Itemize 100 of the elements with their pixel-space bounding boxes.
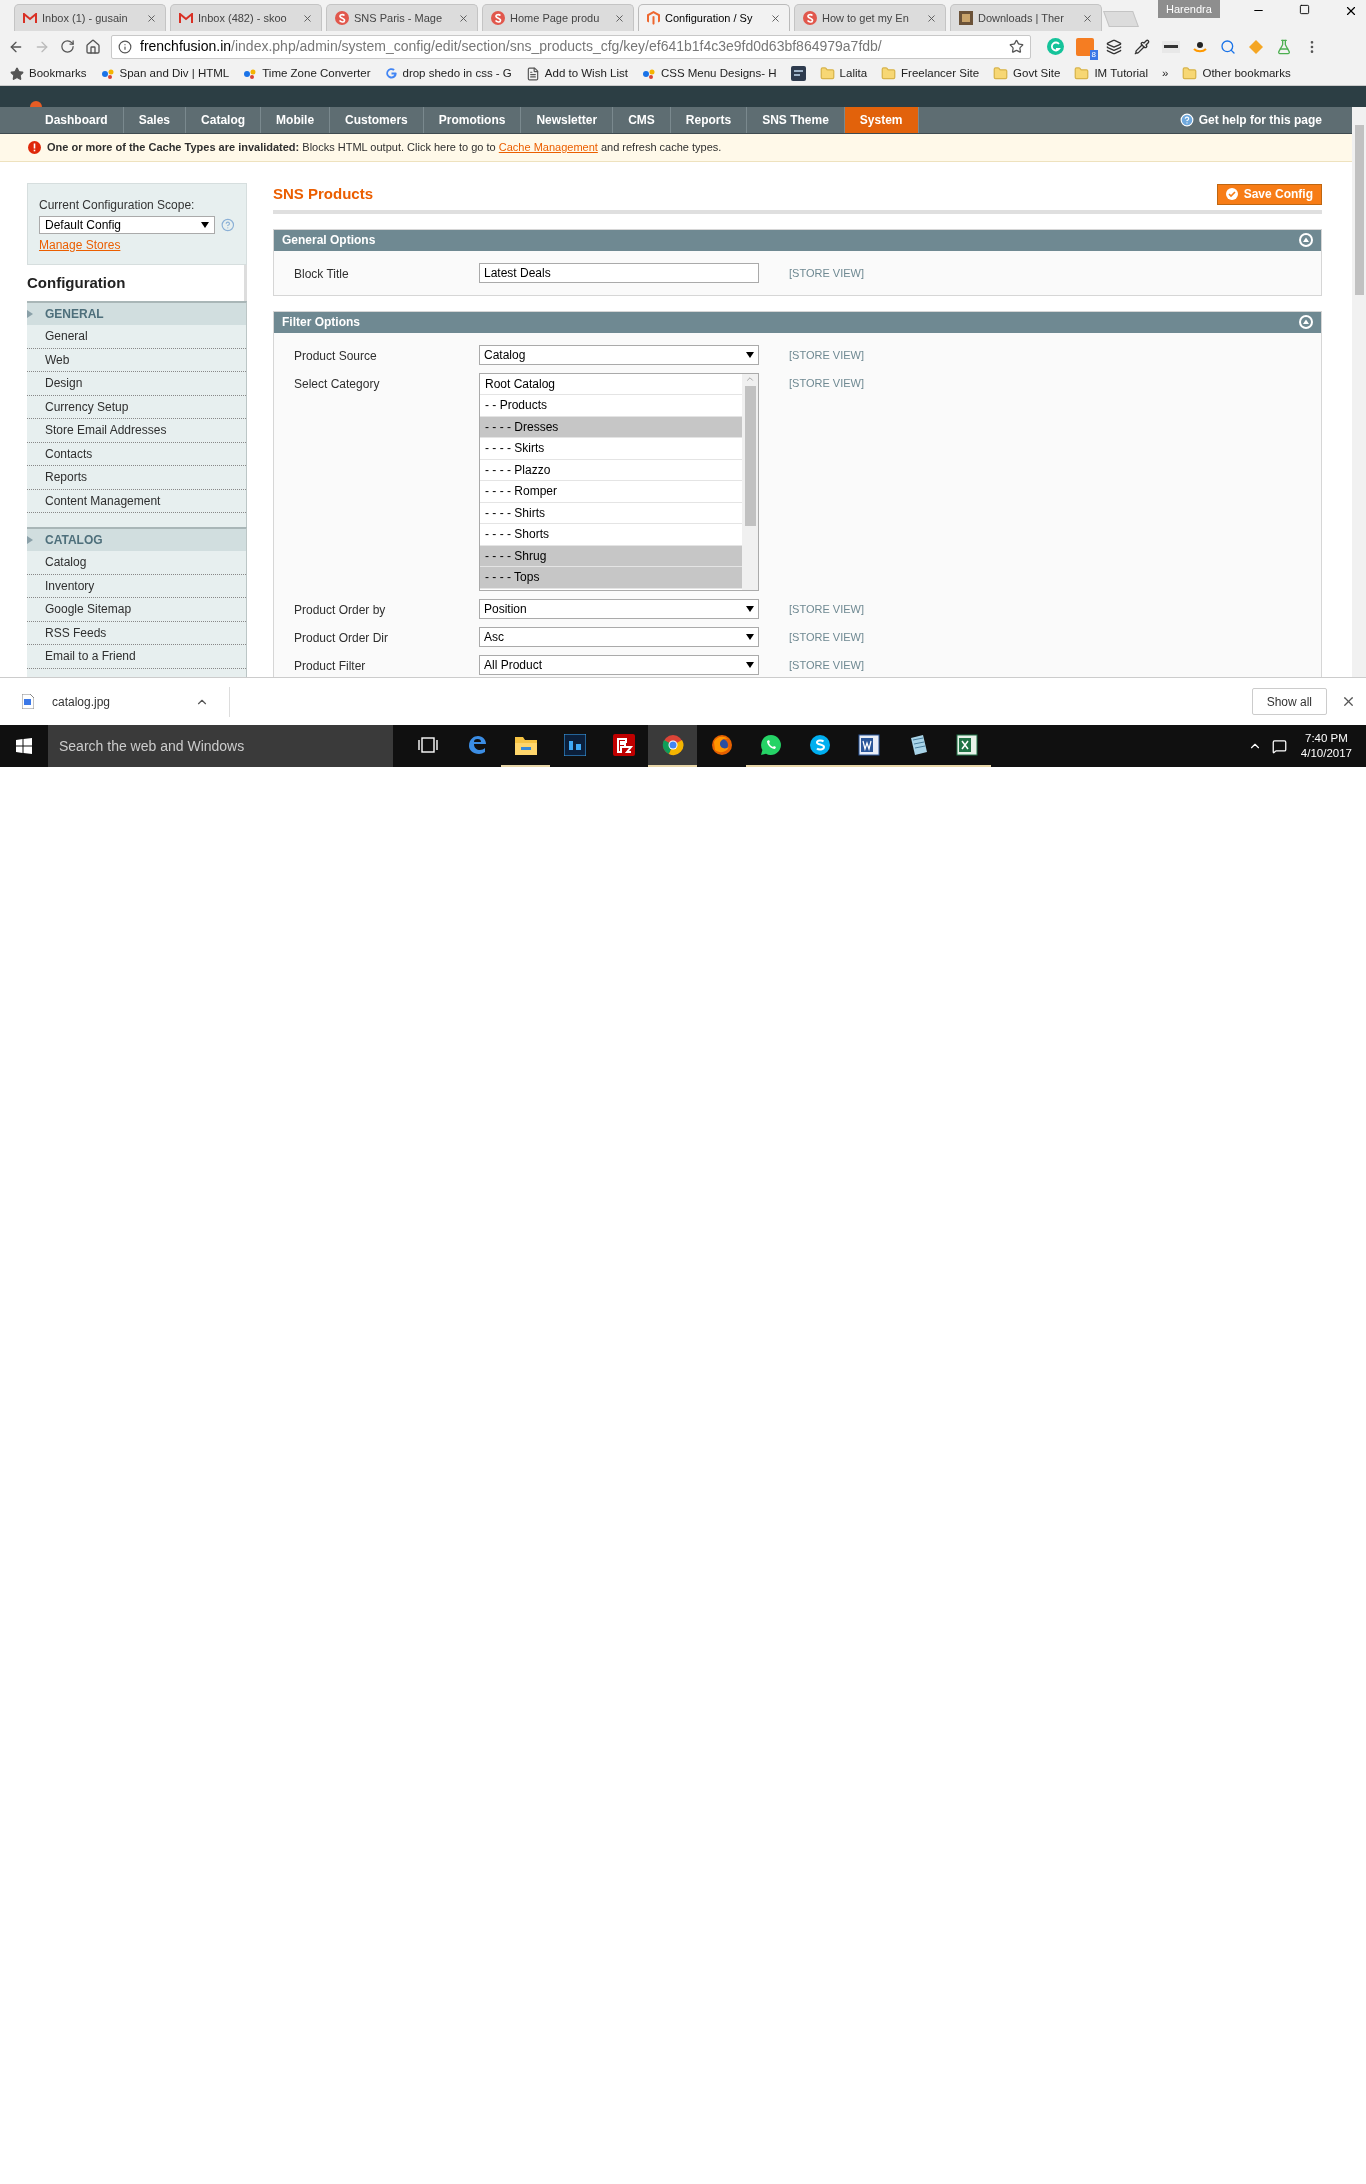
search-field[interactable]: Search the web and Windows [48,725,393,767]
menu-tab[interactable]: Reports [670,107,748,133]
eyedropper-icon[interactable] [1134,38,1150,55]
bookmark[interactable]: IM Tutorial [1074,64,1149,83]
scope-label: [STORE VIEW] [789,265,864,281]
show-all-button[interactable]: Show all [1251,688,1327,715]
bookmark[interactable]: Bookmarks [10,64,87,83]
scope-label: Current Configuration Scope: [39,197,196,214]
help-icon [1179,113,1194,127]
sidebar-item[interactable]: Content Management [27,489,246,513]
g-logo-icon [384,67,398,80]
clock[interactable]: 7:40 PM 4/10/2017 [1300,731,1352,761]
reload-icon[interactable] [60,39,75,54]
restore-icon[interactable] [1299,4,1310,15]
panel-header[interactable]: General Options [274,229,1321,251]
bookmark[interactable]: CSS Menu Designs- H [641,64,777,83]
expand-arrow-icon [27,310,33,318]
folder-icon [881,66,897,81]
menu-tab[interactable]: Promotions [423,107,522,133]
browser-tab[interactable]: Home Page produ [482,4,634,31]
folder-icon [1182,66,1198,81]
field-label: Product Source [293,347,378,365]
bookmark[interactable] [790,66,806,81]
bookmark[interactable]: drop shedo in css - G [384,64,512,83]
home-icon[interactable] [85,38,101,55]
scrollbar[interactable] [742,373,758,590]
bookmark-star-icon[interactable] [1009,39,1024,54]
menu-tab[interactable]: Mobile [261,107,331,133]
sidebar-item[interactable]: Email to a Friend [27,645,246,669]
bookmark[interactable]: Freelancer Site [881,64,980,83]
sidebar-item[interactable]: Inventory [27,574,246,598]
sidebar-item[interactable]: Contacts [27,442,246,466]
browser-tab[interactable]: Inbox (1) - gusain [14,4,166,31]
category-option[interactable]: - - - - Tops [480,567,742,589]
sidebar-item[interactable]: Reports [27,466,246,490]
windows-start-icon[interactable] [16,738,32,754]
browser-tab[interactable]: Configuration / Sy [638,4,790,31]
menu-tab[interactable]: CMS [613,107,671,133]
tab-title: Downloads | Ther [978,10,1065,26]
notification-icon[interactable] [1271,738,1287,754]
sidebar-item[interactable]: Google Sitemap [27,598,246,622]
select-field[interactable]: Asc [479,626,759,647]
chat-bubble-icon [759,734,782,756]
help-link[interactable]: Get help for this page [1179,111,1322,129]
section-header[interactable]: CATALOG [27,529,246,551]
sidebar-item[interactable]: Store Email Addresses [27,419,246,443]
close-icon[interactable] [1344,4,1358,18]
category-list[interactable]: Root Catalog - - Products - - - - Dresses - - - - Skirts - - - - Plazzo - - - - Romper - - - - Shirts - - - - Shorts - - - - Shrug - - - - Tops [479,372,759,591]
hexagon-logo-icon [647,11,660,25]
bookmark[interactable]: Other bookmarks [1182,64,1291,83]
bookmark[interactable]: » [1162,64,1169,83]
folder-icon [513,734,538,756]
page-scrollbar[interactable] [1352,107,1366,677]
text-field[interactable]: Latest Deals [479,262,759,283]
bookmark[interactable]: Lalita [819,64,868,83]
extension-icon[interactable] [1162,40,1180,53]
close-icon[interactable] [1341,694,1356,709]
section-header[interactable]: GENERAL [27,303,246,325]
address-field[interactable]: frenchfusion.in/index.php/admin/system_config/edit/section/sns_products_cfg/key/ef641b1f4c3e9fd0d63bf864979a7fdb/ [111,34,1031,59]
select-field[interactable]: All Product [479,654,759,675]
sidebar-item[interactable]: Web [27,348,246,372]
bookmark[interactable]: Span and Div | HTML [100,64,230,83]
browser-tab[interactable]: Inbox (482) - skoo [170,4,322,31]
layers-icon[interactable] [1106,38,1122,55]
field-label: Select Category [293,375,381,393]
search-icon[interactable] [1220,38,1236,55]
browser-tab[interactable]: How to get my En [794,4,946,31]
menu-tab[interactable]: Newsletter [521,107,614,133]
download-item[interactable]: catalog.jpg [0,686,230,717]
panel-header[interactable]: Filter Options [274,311,1321,333]
bookmark[interactable]: Add to Wish List [525,64,628,83]
sidebar-item[interactable]: Design [27,372,246,396]
collapse-icon[interactable] [1299,315,1313,329]
sidebar-item[interactable]: Catalog [27,551,246,575]
collapse-icon[interactable] [1299,233,1313,247]
expand-arrow-icon [27,536,33,544]
browser-tab[interactable]: SNS Paris - Mage [326,4,478,31]
sidebar-item[interactable]: Currency Setup [27,395,246,419]
tab-title: Configuration / Sy [665,10,754,26]
star-icon [10,66,24,81]
browser-tab[interactable]: Downloads | Ther [950,4,1102,31]
sidebar-item[interactable]: General [27,325,246,349]
menu-tab[interactable]: Dashboard [30,107,124,133]
select-field[interactable]: Position [479,598,759,619]
menu-tab[interactable]: SNS Theme [747,107,845,133]
sidebar-item[interactable]: RSS Feeds [27,621,246,645]
bookmark[interactable]: Govt Site [993,64,1061,83]
scope-select[interactable]: Default Config [39,216,216,234]
category-option[interactable]: - - - - Dresses [480,416,742,438]
menu-tab[interactable]: Sales [123,107,187,133]
taskbar-app[interactable] [648,725,697,767]
menu-tab[interactable]: Customers [330,107,424,133]
select-field[interactable]: Catalog [479,344,759,365]
folder-icon [819,66,835,81]
menu-tab[interactable]: Catalog [186,107,262,133]
skype-icon [808,734,831,756]
category-option[interactable]: - - - - Shrug [480,545,742,567]
dropdown-arrow-icon [746,605,754,612]
bookmark[interactable]: Time Zone Converter [243,64,371,83]
menu-tab[interactable]: System [844,107,919,133]
